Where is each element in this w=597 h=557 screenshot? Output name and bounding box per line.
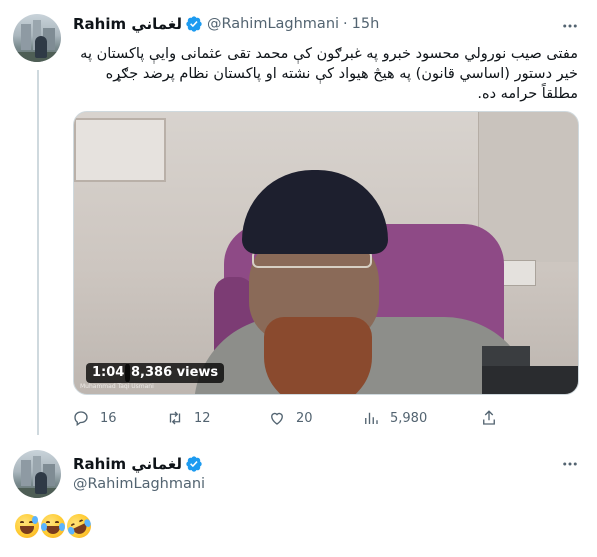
heart-icon	[271, 412, 283, 425]
reply-button[interactable]: 16	[72, 406, 117, 430]
like-count: 20	[296, 410, 313, 426]
more-dots-icon[interactable]	[559, 453, 581, 475]
share-button[interactable]	[480, 406, 498, 430]
more-dots-icon[interactable]	[559, 15, 581, 37]
retweet-button[interactable]: 12	[166, 406, 211, 430]
views-chart-icon	[365, 412, 378, 424]
thread-connector-line	[37, 70, 39, 435]
view-count: 5,980	[390, 410, 428, 426]
timestamp[interactable]: 15h	[352, 16, 380, 32]
handle[interactable]: @RahimLaghmani	[207, 16, 339, 32]
verified-badge-icon	[185, 15, 203, 33]
handle[interactable]: @RahimLaghmani	[73, 476, 205, 492]
tweet-header: Rahim لغماني	[73, 454, 207, 474]
tweet-actions: 16 12 20 5,980	[72, 406, 502, 430]
reply-icon	[74, 411, 88, 427]
video-duration: 1:04	[86, 363, 131, 383]
grinning-sweat-emoji-icon	[15, 514, 39, 538]
handle-row: @RahimLaghmani	[73, 474, 205, 494]
display-name[interactable]: Rahim لغماني	[73, 455, 182, 473]
like-button[interactable]: 20	[268, 406, 313, 430]
retweet-count: 12	[194, 410, 211, 426]
rolling-laughing-emoji-icon	[63, 510, 95, 542]
views-button[interactable]: 5,980	[362, 406, 427, 430]
reply-emojis	[15, 510, 95, 542]
retweet-icon	[169, 411, 181, 425]
avatar[interactable]	[13, 14, 61, 62]
display-name[interactable]: Rahim لغماني	[73, 15, 182, 33]
share-icon	[483, 410, 495, 425]
video-player[interactable]: 1:04 8,386 views Muhammad Taqi Usmani	[73, 111, 579, 395]
tweet-header: Rahim لغماني @RahimLaghmani · 15h	[73, 14, 379, 34]
separator-dot: ·	[343, 16, 348, 32]
video-view-count: 8,386 views	[125, 363, 225, 383]
avatar[interactable]	[13, 450, 61, 498]
tweet-text: مفتی صیب نورولي محسود خبرو په غبرګون کې …	[80, 46, 578, 102]
verified-badge-icon	[185, 455, 203, 473]
reply-count: 16	[100, 410, 117, 426]
tears-of-joy-emoji-icon	[41, 514, 65, 538]
video-watermark: Muhammad Taqi Usmani	[80, 383, 154, 390]
